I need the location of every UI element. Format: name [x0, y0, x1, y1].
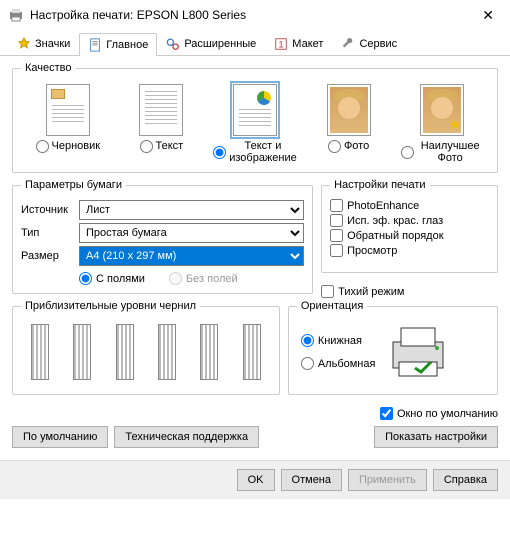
tab-main[interactable]: Главное	[79, 33, 157, 56]
printer-icon	[8, 7, 24, 23]
redeye-checkbox[interactable]	[330, 214, 343, 227]
source-select[interactable]: Лист	[79, 200, 304, 220]
close-icon[interactable]: ✕	[474, 7, 502, 24]
preview-checkbox[interactable]	[330, 244, 343, 257]
size-label: Размер	[21, 250, 79, 262]
orientation-group: Ориентация Книжная Альбомная	[288, 300, 498, 395]
ink-bar	[243, 324, 261, 380]
tab-label: Макет	[292, 38, 323, 50]
tab-label: Главное	[106, 39, 148, 51]
layout-icon: 1	[274, 37, 288, 51]
quality-text[interactable]: Текст	[120, 84, 202, 164]
paper-legend: Параметры бумаги	[21, 179, 126, 191]
quiet-mode-checkbox[interactable]	[321, 285, 334, 298]
landscape-radio[interactable]	[301, 357, 314, 370]
star-icon	[17, 37, 31, 51]
quality-best-photo-radio[interactable]	[401, 146, 414, 159]
tab-label: Расширенные	[184, 38, 256, 50]
tab-bar: Значки Главное Расширенные 1 Макет Серви…	[0, 32, 510, 56]
no-margins-radio	[169, 272, 182, 285]
paper-group: Параметры бумаги Источник Лист Тип Прост…	[12, 179, 313, 294]
ink-legend: Приблизительные уровни чернил	[21, 300, 200, 312]
type-label: Тип	[21, 227, 79, 239]
content: Качество Черновик Текст Текст и изображе…	[0, 56, 510, 454]
source-label: Источник	[21, 204, 79, 216]
orientation-legend: Ориентация	[297, 300, 367, 312]
ink-bar	[31, 324, 49, 380]
svg-text:1: 1	[279, 40, 284, 51]
defaults-button[interactable]: По умолчанию	[12, 426, 108, 448]
quality-text-image-radio[interactable]	[213, 146, 226, 159]
show-settings-button[interactable]: Показать настройки	[374, 426, 498, 448]
ink-bar	[158, 324, 176, 380]
tab-icons[interactable]: Значки	[8, 32, 79, 55]
ok-button[interactable]: OK	[237, 469, 275, 491]
cancel-button[interactable]: Отмена	[281, 469, 342, 491]
titlebar: Настройка печати: EPSON L800 Series ✕	[0, 0, 510, 30]
with-margins-radio[interactable]	[79, 272, 92, 285]
tab-label: Значки	[35, 38, 70, 50]
ink-bar	[200, 324, 218, 380]
apply-button: Применить	[348, 469, 427, 491]
quality-legend: Качество	[21, 62, 76, 74]
wrench-icon	[341, 37, 355, 51]
support-button[interactable]: Техническая поддержка	[114, 426, 259, 448]
tab-layout[interactable]: 1 Макет	[265, 32, 332, 55]
quality-group: Качество Черновик Текст Текст и изображе…	[12, 62, 498, 173]
ink-group: Приблизительные уровни чернил	[12, 300, 280, 395]
document-icon	[88, 38, 102, 52]
tab-label: Сервис	[359, 38, 397, 50]
quality-draft[interactable]: Черновик	[27, 84, 109, 164]
window-title: Настройка печати: EPSON L800 Series	[30, 8, 474, 22]
size-select[interactable]: A4 (210 x 297 мм)	[79, 246, 304, 266]
default-window-checkbox[interactable]	[380, 407, 393, 420]
quality-photo-radio[interactable]	[328, 140, 341, 153]
portrait-radio[interactable]	[301, 334, 314, 347]
quality-draft-radio[interactable]	[36, 140, 49, 153]
printer-illustration	[385, 322, 455, 382]
ink-bar	[73, 324, 91, 380]
type-select[interactable]: Простая бумага	[79, 223, 304, 243]
bottom-bar: OK Отмена Применить Справка	[0, 460, 510, 499]
tab-service[interactable]: Сервис	[332, 32, 406, 55]
quality-text-radio[interactable]	[140, 140, 153, 153]
print-settings-legend: Настройки печати	[330, 179, 430, 191]
tab-advanced[interactable]: Расширенные	[157, 32, 265, 55]
help-button[interactable]: Справка	[433, 469, 498, 491]
print-settings-group: Настройки печати PhotoEnhance Исп. эф. к…	[321, 179, 498, 273]
quality-text-image[interactable]: Текст и изображение	[214, 84, 296, 164]
quality-photo[interactable]: Фото	[308, 84, 390, 164]
ink-bar	[116, 324, 134, 380]
gears-icon	[166, 37, 180, 51]
quality-best-photo[interactable]: ★ Наилучшее Фото	[401, 84, 483, 164]
photoenhance-checkbox[interactable]	[330, 199, 343, 212]
reverse-checkbox[interactable]	[330, 229, 343, 242]
